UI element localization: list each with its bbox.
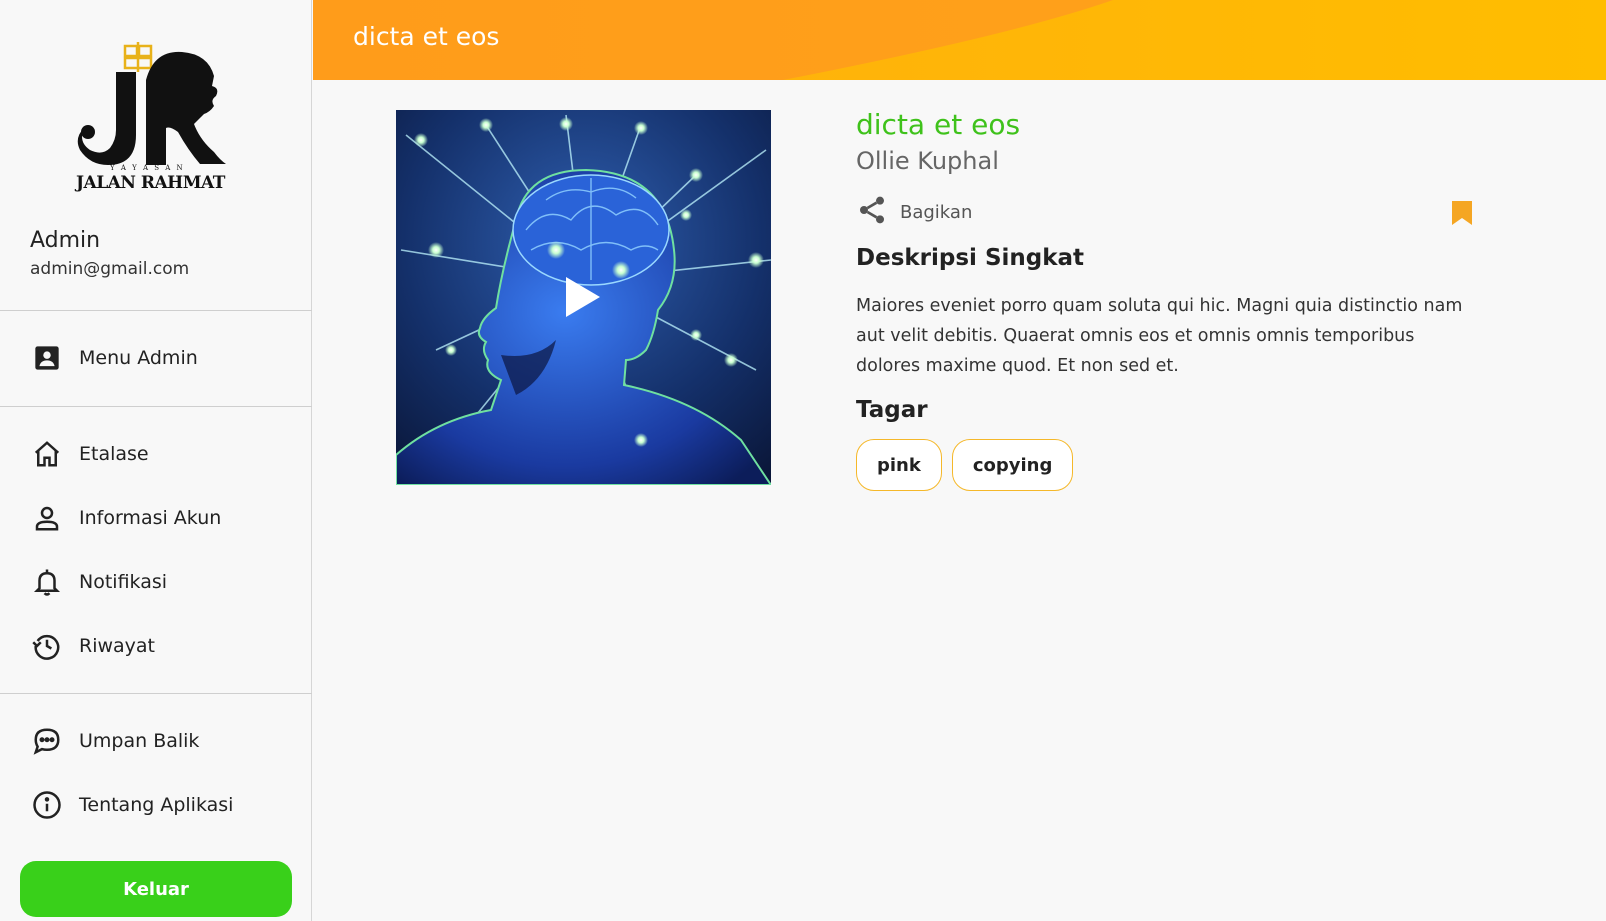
action-row: Bagikan [856,195,1476,229]
info-icon [30,788,64,822]
content-detail: dicta et eos Ollie Kuphal Bagikan Deskri… [856,108,1476,491]
description-heading: Deskripsi Singkat [856,245,1085,271]
sidebar: Y A Y A S A N JALAN RAHMAT Admin admin@g… [0,0,312,921]
share-button[interactable]: Bagikan [856,194,972,230]
sidebar-item-label: Etalase [79,443,149,465]
tag-list: pink copying [856,439,1476,491]
description-text: Maiores eveniet porro quam soluta qui hi… [856,296,1463,376]
history-icon [30,629,64,663]
sidebar-item-etalase[interactable]: Etalase [30,434,149,474]
user-icon [30,501,64,535]
media-thumbnail[interactable] [396,110,771,485]
sidebar-item-label: Informasi Akun [79,507,222,529]
sidebar-item-informasi-akun[interactable]: Informasi Akun [30,498,221,538]
sidebar-divider [0,310,312,311]
sidebar-item-notifikasi[interactable]: Notifikasi [30,562,167,602]
logo-name: JALAN RAHMAT [76,173,225,193]
app-logo: Y A Y A S A N JALAN RAHMAT [70,40,240,200]
logout-button[interactable]: Keluar [20,861,292,917]
sidebar-divider [0,693,312,694]
user-profile: Admin admin@gmail.com [30,228,189,279]
sidebar-item-tentang-aplikasi[interactable]: Tentang Aplikasi [30,785,233,825]
sidebar-item-umpan-balik[interactable]: Umpan Balik [30,721,199,761]
home-icon [30,437,64,471]
share-icon [856,194,888,230]
profile-name: Admin [30,228,101,253]
sidebar-item-riwayat[interactable]: Riwayat [30,626,155,666]
logo-tagline-small: Y A Y A S A N [110,164,185,172]
content-title: dicta et eos [856,108,1021,141]
share-label: Bagikan [900,201,973,223]
sidebar-item-menu-admin[interactable]: Menu Admin [30,338,198,378]
sidebar-item-label: Tentang Aplikasi [79,794,234,816]
bookmark-icon[interactable] [1450,199,1474,231]
sidebar-item-label: Riwayat [79,635,155,657]
profile-email: admin@gmail.com [30,259,190,279]
content-author: Ollie Kuphal [856,147,999,175]
sidebar-divider [0,406,312,407]
tag-chip[interactable]: copying [951,439,1074,491]
tags-heading: Tagar [856,397,928,423]
header-title: dicta et eos [353,22,500,51]
bell-icon [30,565,64,599]
play-icon[interactable] [564,275,602,323]
sidebar-item-label: Menu Admin [79,347,198,369]
sidebar-item-label: Umpan Balik [79,730,200,752]
chat-icon [30,724,64,758]
admin-badge-icon [30,341,64,375]
tag-chip[interactable]: pink [856,439,942,491]
header-background [313,0,1606,80]
top-header: dicta et eos [313,0,1606,80]
sidebar-item-label: Notifikasi [79,571,168,593]
